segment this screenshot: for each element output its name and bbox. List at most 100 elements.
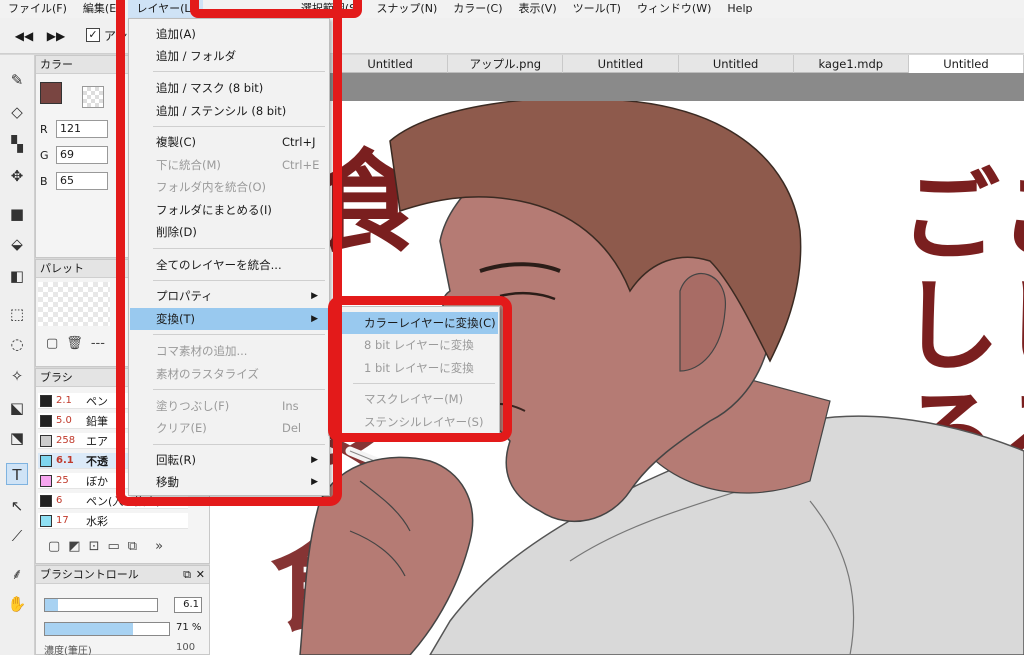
menu-separator [353, 383, 495, 384]
prev-frame-icon[interactable]: ◀◀ [14, 26, 34, 46]
undock-icon[interactable]: ⧉ [183, 566, 191, 584]
shortcut-del: Del [282, 421, 302, 435]
brush-size: 6.1 [56, 455, 74, 466]
transparent-color-swatch[interactable] [82, 86, 104, 108]
brush-color-swatch [40, 394, 52, 407]
document-tabs: Untitled アップル.png Untitled Untitled kage… [333, 55, 1024, 73]
menu-snap[interactable]: スナップ(N) [368, 0, 445, 18]
menu-item-add[interactable]: 追加(A) [130, 23, 328, 45]
menu-window[interactable]: ウィンドウ(W) [629, 0, 719, 18]
more-icon[interactable]: » [155, 539, 163, 554]
pen-tool-icon[interactable]: ✎ [6, 69, 28, 91]
menu-item-add-stencil[interactable]: 追加 / ステンシル (8 bit) [130, 100, 328, 122]
menu-separator [153, 126, 325, 127]
tab-untitled-2[interactable]: Untitled [563, 55, 679, 73]
select-pen-icon[interactable]: ⬕ [6, 397, 28, 419]
brush-color-swatch [40, 514, 52, 527]
magic-wand-icon[interactable]: ✧ [6, 365, 28, 387]
menu-layer[interactable]: レイヤー(L) [128, 0, 203, 18]
menu-help[interactable]: Help [719, 0, 760, 18]
menu-item-move[interactable]: 移動 ▶ [130, 471, 328, 493]
move-tool-icon[interactable]: ✥ [6, 165, 28, 187]
lasso-select-icon[interactable]: ◌ [6, 333, 28, 355]
text-tool-icon[interactable]: T [6, 463, 28, 485]
menu-item-merge-folder: フォルダ内を統合(O) [156, 180, 267, 194]
antialias-label: アン [104, 29, 128, 43]
tab-untitled-active[interactable]: Untitled [908, 55, 1024, 73]
menu-tool[interactable]: ツール(T) [565, 0, 629, 18]
menu-item-delete[interactable]: 削除(D) [130, 221, 328, 243]
menu-color[interactable]: カラー(C) [445, 0, 510, 18]
eyedropper-icon[interactable]: ⸙ [6, 563, 28, 585]
delete-palette-icon[interactable]: 🗑 [66, 336, 83, 351]
tab-untitled-1[interactable]: Untitled [333, 55, 449, 73]
submenu-item-color-layer[interactable]: カラーレイヤーに変換(C) [330, 312, 498, 334]
brush-name: エア [86, 434, 108, 448]
menu-item-properties[interactable]: プロパティ ▶ [130, 285, 328, 307]
foreground-color-swatch[interactable] [40, 82, 62, 104]
folder-brush-icon[interactable]: ▭ [108, 539, 120, 554]
palette-swatches[interactable] [38, 282, 110, 326]
tool-palette: ✎ ◇ ▚ ✥ ■ ⬙ ◧ ⬚ ◌ ✧ ⬕ ⬔ T ↖ ⟋ ⸙ ✋ [0, 55, 35, 655]
r-label: R [40, 122, 48, 136]
brush-size: 2.1 [56, 395, 72, 406]
brush-item[interactable]: 17 水彩 [38, 513, 188, 529]
fill-rect-tool-icon[interactable]: ■ [6, 203, 28, 225]
antialias-checkbox[interactable]: ✓ [86, 28, 100, 42]
tab-apple-png[interactable]: アップル.png [448, 55, 564, 73]
menu-item-rasterize: 素材のラスタライズ [156, 367, 259, 381]
bucket-tool-icon[interactable]: ⬙ [6, 233, 28, 255]
convert-submenu: カラーレイヤーに変換(C) 8 bit レイヤーに変換 1 bit レイヤーに変… [328, 306, 500, 436]
menu-separator [153, 389, 325, 390]
menu-item-merge-all[interactable]: 全てのレイヤーを統合... [130, 254, 328, 276]
tab-untitled-3[interactable]: Untitled [679, 55, 794, 73]
menu-item-add-folder[interactable]: 追加 / フォルダ [130, 45, 328, 67]
menu-view[interactable]: 表示(V) [511, 0, 565, 18]
copy-brush-icon[interactable]: ◩ [68, 539, 80, 554]
brush-color-swatch [40, 454, 52, 467]
operation-tool-icon[interactable]: ↖ [6, 495, 28, 517]
new-brush-icon[interactable]: ▢ [48, 539, 60, 554]
brush-size: 5.0 [56, 415, 72, 426]
submenu-arrow-icon: ▶ [311, 314, 318, 324]
save-brush-icon[interactable]: ⊡ [89, 539, 100, 554]
eraser-tool-icon[interactable]: ◇ [6, 101, 28, 123]
brush-color-swatch [40, 434, 52, 447]
menu-item-convert[interactable]: 変換(T) ▶ [130, 308, 328, 330]
rect-select-icon[interactable]: ⬚ [6, 303, 28, 325]
r-input[interactable]: 121 [56, 120, 108, 138]
menu-item-rotate[interactable]: 回転(R) ▶ [130, 449, 328, 471]
opacity-slider[interactable] [44, 622, 170, 636]
brush-name: 水彩 [86, 514, 108, 528]
brush-size: 25 [56, 475, 69, 486]
duplicate-brush-icon[interactable]: ⧉ [128, 539, 137, 554]
new-palette-icon[interactable]: ▢ [46, 336, 58, 351]
tab-kage1-mdp[interactable]: kage1.mdp [794, 55, 909, 73]
gradient-tool-icon[interactable]: ◧ [6, 265, 28, 287]
menu-item-duplicate[interactable]: 複製(C) Ctrl+J [130, 131, 328, 153]
menu-select[interactable]: 選択範囲(S) [293, 0, 369, 18]
divide-tool-icon[interactable]: ⟋ [6, 525, 28, 547]
brush-size: 17 [56, 515, 69, 526]
submenu-arrow-icon: ▶ [311, 477, 318, 487]
density-value: 100 [176, 642, 196, 653]
b-input[interactable]: 65 [56, 172, 108, 190]
dot-tool-icon[interactable]: ▚ [6, 133, 28, 155]
b-label: B [40, 174, 48, 188]
menu-item-group-folder[interactable]: フォルダにまとめる(I) [130, 199, 328, 221]
submenu-arrow-icon: ▶ [311, 455, 318, 465]
shortcut-ctrl-j: Ctrl+J [282, 135, 316, 149]
size-slider[interactable] [44, 598, 158, 612]
brush-color-swatch [40, 414, 52, 427]
menu-edit[interactable]: 編集(E) [75, 0, 129, 18]
g-input[interactable]: 69 [56, 146, 108, 164]
hand-tool-icon[interactable]: ✋ [6, 593, 28, 615]
select-eraser-icon[interactable]: ⬔ [6, 427, 28, 449]
menu-file[interactable]: ファイル(F) [0, 0, 75, 18]
submenu-item-8bit-layer: 8 bit レイヤーに変換 [364, 338, 474, 352]
menu-item-add-mask[interactable]: 追加 / マスク (8 bit) [130, 77, 328, 99]
close-icon[interactable]: ✕ [196, 566, 205, 584]
density-label: 濃度(筆圧) [44, 646, 92, 655]
size-value[interactable]: 6.1 [174, 597, 202, 613]
next-frame-icon[interactable]: ▶▶ [46, 26, 66, 46]
